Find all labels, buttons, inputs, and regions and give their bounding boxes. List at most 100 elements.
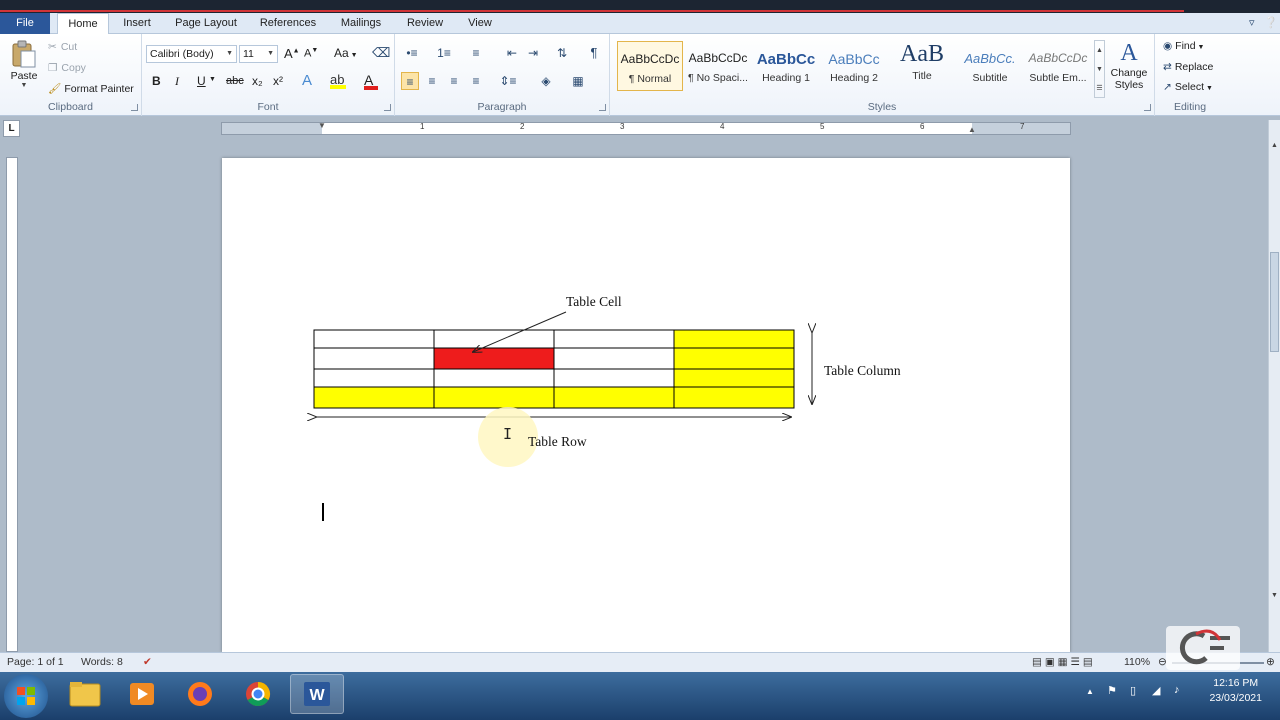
styles-launcher-icon[interactable] bbox=[1144, 104, 1151, 111]
media-player-taskbar-button[interactable] bbox=[115, 674, 169, 714]
justify-icon[interactable]: ≡ bbox=[467, 72, 485, 90]
change-styles-button[interactable]: A Change Styles bbox=[1107, 39, 1151, 91]
scroll-up-icon[interactable]: ▲ bbox=[1271, 142, 1278, 149]
show-hidden-icons-icon[interactable]: ▲ bbox=[1086, 687, 1094, 696]
table-cell[interactable] bbox=[313, 368, 435, 388]
start-button[interactable] bbox=[4, 674, 48, 718]
numbering-icon[interactable]: 1≡ bbox=[435, 44, 453, 62]
tab-references[interactable]: References bbox=[254, 13, 322, 34]
find-button[interactable]: ◉ Find ▼ bbox=[1163, 40, 1204, 52]
table-cell[interactable] bbox=[313, 386, 435, 409]
tab-mailings[interactable]: Mailings bbox=[334, 13, 388, 34]
table-cell[interactable] bbox=[433, 368, 555, 388]
chevron-down-icon[interactable]: ▼ bbox=[209, 76, 216, 83]
scroll-down-icon[interactable]: ▼ bbox=[1271, 592, 1278, 599]
clear-formatting-icon[interactable]: ⌫ bbox=[372, 45, 390, 61]
highlight-icon[interactable]: ab bbox=[330, 72, 346, 89]
tab-home[interactable]: Home bbox=[57, 13, 109, 35]
align-center-icon[interactable]: ≡ bbox=[423, 72, 441, 90]
scroll-thumb[interactable] bbox=[1270, 252, 1279, 352]
font-color-icon[interactable]: A bbox=[364, 72, 378, 90]
multilevel-list-icon[interactable]: ≡ bbox=[467, 44, 485, 62]
styles-scroll[interactable]: ▲ ▼ ☰ bbox=[1094, 40, 1105, 98]
action-center-icon[interactable]: ⚑ bbox=[1107, 684, 1117, 697]
underline-button[interactable]: U bbox=[197, 74, 206, 88]
shading-icon[interactable]: ◈ bbox=[537, 72, 555, 90]
table-cell[interactable] bbox=[433, 329, 555, 349]
help-icon[interactable]: ❔ bbox=[1264, 16, 1278, 29]
select-button[interactable]: ↗ Select ▼ bbox=[1163, 81, 1213, 93]
tab-file[interactable]: File bbox=[0, 13, 50, 34]
increase-indent-icon[interactable]: ⇥ bbox=[524, 44, 542, 62]
font-name-combo[interactable]: Calibri (Body) ▼ bbox=[146, 45, 237, 63]
format-painter-button[interactable]: 🖌 Format Painter bbox=[48, 82, 134, 95]
volume-icon[interactable]: ♪ bbox=[1174, 684, 1180, 696]
table-cell[interactable] bbox=[433, 386, 555, 409]
table-cell[interactable] bbox=[553, 386, 675, 409]
system-clock[interactable]: 12:16 PM 23/03/2021 bbox=[1209, 676, 1262, 706]
grow-font-button[interactable]: A▲ bbox=[284, 46, 300, 61]
horizontal-ruler[interactable]: 1 2 3 4 5 6 7 ▼ ▲ bbox=[221, 121, 1071, 135]
bold-button[interactable]: B bbox=[152, 74, 161, 88]
superscript-button[interactable]: x² bbox=[273, 74, 283, 88]
view-buttons[interactable]: ▤ ▣ ▦ ☰ ▤ bbox=[1032, 656, 1093, 668]
tab-page-layout[interactable]: Page Layout bbox=[170, 13, 242, 34]
table-cell[interactable] bbox=[313, 347, 435, 370]
tab-selector[interactable]: L bbox=[3, 120, 20, 137]
bullets-icon[interactable]: •≡ bbox=[403, 44, 421, 62]
text-effects-icon[interactable]: A bbox=[302, 72, 312, 89]
strikethrough-button[interactable]: abc bbox=[226, 75, 244, 87]
explorer-taskbar-button[interactable] bbox=[58, 674, 112, 714]
proofing-icon[interactable]: ✔ bbox=[143, 656, 152, 668]
tab-view[interactable]: View bbox=[462, 13, 498, 34]
style-title[interactable]: AaB Title bbox=[889, 41, 955, 91]
align-right-icon[interactable]: ≡ bbox=[445, 72, 463, 90]
firefox-taskbar-button[interactable] bbox=[173, 674, 227, 714]
table-cell[interactable] bbox=[673, 368, 795, 388]
subscript-button[interactable]: x₂ bbox=[252, 74, 263, 88]
tab-review[interactable]: Review bbox=[401, 13, 449, 34]
copy-button[interactable]: ❐ Copy bbox=[48, 62, 86, 74]
show-paragraph-marks-button[interactable]: ¶ bbox=[585, 44, 603, 62]
battery-icon[interactable]: ▯ bbox=[1130, 684, 1136, 697]
minimize-ribbon-icon[interactable]: ▿ bbox=[1249, 16, 1255, 29]
table-cell[interactable] bbox=[673, 386, 795, 409]
sort-icon[interactable]: ⇅ bbox=[553, 44, 571, 62]
document-page[interactable]: Table Cell Table Column Table Row I bbox=[222, 158, 1070, 652]
zoom-level[interactable]: 110% bbox=[1124, 656, 1150, 668]
line-spacing-icon[interactable]: ⇕≡ bbox=[499, 72, 517, 90]
table-cell[interactable] bbox=[673, 329, 795, 349]
cut-button[interactable]: ✂ Cut bbox=[48, 41, 77, 53]
style-normal[interactable]: AaBbCcDc ¶ Normal bbox=[617, 41, 683, 91]
vertical-scrollbar[interactable]: ▲ ▼ bbox=[1268, 120, 1280, 652]
italic-button[interactable]: I bbox=[175, 74, 179, 89]
table-cell[interactable] bbox=[553, 368, 675, 388]
vertical-ruler[interactable] bbox=[6, 157, 18, 652]
table-cell[interactable] bbox=[313, 329, 435, 349]
shrink-font-button[interactable]: A▼ bbox=[304, 47, 318, 60]
font-size-combo[interactable]: 11 ▼ bbox=[239, 45, 278, 63]
table-cell[interactable] bbox=[433, 347, 555, 370]
clipboard-launcher-icon[interactable] bbox=[131, 104, 138, 111]
style-no-spacing[interactable]: AaBbCcDc ¶ No Spaci... bbox=[685, 41, 751, 91]
style-heading-1[interactable]: AaBbCc Heading 1 bbox=[753, 41, 819, 91]
right-indent-marker-icon[interactable]: ▲ bbox=[968, 125, 976, 134]
table-cell[interactable] bbox=[553, 347, 675, 370]
paragraph-launcher-icon[interactable] bbox=[599, 104, 606, 111]
chrome-taskbar-button[interactable] bbox=[231, 674, 285, 714]
paste-button[interactable]: Paste ▼ bbox=[6, 38, 42, 96]
indent-marker-icon[interactable]: ▼ bbox=[318, 121, 326, 130]
replace-button[interactable]: ⇄ Replace bbox=[1163, 61, 1213, 73]
zoom-in-icon[interactable]: ⊕ bbox=[1266, 656, 1275, 668]
style-subtitle[interactable]: AaBbCc. Subtitle bbox=[957, 41, 1023, 91]
align-left-icon[interactable]: ≡ bbox=[401, 72, 419, 90]
tab-insert[interactable]: Insert bbox=[116, 13, 158, 34]
style-heading-2[interactable]: AaBbCc Heading 2 bbox=[821, 41, 887, 91]
word-taskbar-button[interactable]: W bbox=[290, 674, 344, 714]
page-count[interactable]: Page: 1 of 1 bbox=[7, 656, 64, 668]
word-count[interactable]: Words: 8 bbox=[81, 656, 123, 668]
table-cell[interactable] bbox=[673, 347, 795, 370]
style-subtle-emphasis[interactable]: AaBbCcDc Subtle Em... bbox=[1025, 41, 1091, 91]
font-launcher-icon[interactable] bbox=[384, 104, 391, 111]
change-case-button[interactable]: Aa ▼ bbox=[334, 46, 358, 60]
